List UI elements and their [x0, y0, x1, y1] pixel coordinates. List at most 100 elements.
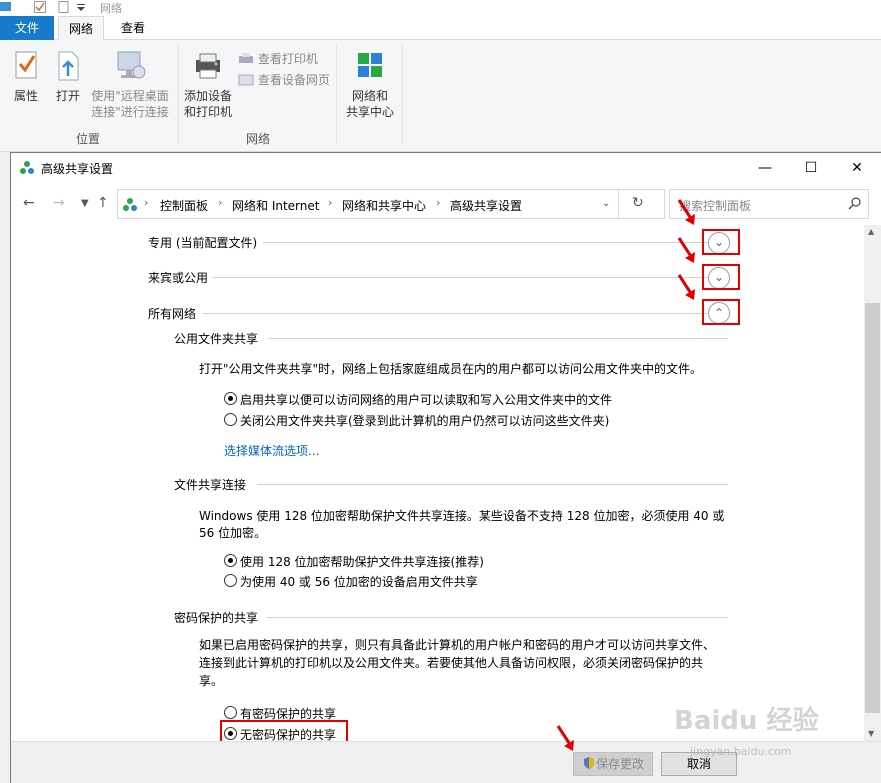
media-streaming-link[interactable]: 选择媒体流选项... — [224, 442, 319, 459]
doc-icon[interactable] — [58, 1, 70, 13]
add-device-button[interactable]: 添加设备 和打印机 — [182, 50, 234, 120]
scroll-up-icon[interactable]: ▲ — [868, 227, 874, 236]
ribbon-tabs: 文件 网络 查看 — [0, 16, 881, 41]
address-dropdown-icon[interactable]: ⌄ — [602, 198, 610, 209]
breadcrumb-control-panel[interactable]: 控制面板 — [160, 197, 208, 214]
properties-label: 属性 — [13, 89, 38, 103]
highlight-box — [702, 264, 740, 290]
remote-desktop-button[interactable]: 使用"远程桌面 连接"进行连接 — [88, 50, 172, 120]
printer-icon — [196, 53, 220, 79]
file-sharing-desc-2: 56 位加密。 — [199, 526, 267, 540]
group-location: 位置 — [75, 132, 100, 146]
public-folder-on-label[interactable]: 启用共享以便可以访问网络的用户可以读取和写入公用文件夹中的文件 — [240, 391, 612, 408]
refresh-icon[interactable]: ↻ — [632, 195, 644, 211]
annotation-arrow — [677, 274, 695, 300]
password-on-radio[interactable] — [224, 706, 237, 719]
remote-desktop-label-1: 使用"远程桌面 — [91, 89, 169, 103]
profile-all-networks[interactable]: 所有网络 — [148, 305, 196, 322]
view-device-page-button[interactable]: 查看设备网页 — [238, 71, 330, 88]
group-network: 网络 — [245, 132, 270, 146]
scroll-down-icon[interactable]: ▼ — [868, 729, 874, 738]
breadcrumb-network-center[interactable]: 网络和共享中心 — [342, 197, 426, 214]
ribbon: 属性 打开 使用"远程桌面 连接"进行连接 位置 添加设备 和打印机 查看打印机… — [0, 40, 881, 152]
ribbon-separator — [336, 44, 337, 144]
public-folder-heading: 公用文件夹共享 — [174, 332, 259, 346]
divider — [269, 338, 728, 339]
breadcrumb-advanced-sharing[interactable]: 高级共享设置 — [450, 197, 522, 214]
explorer-icon — [0, 1, 12, 12]
save-changes-label: 保存更改 — [595, 757, 644, 771]
password-desc-1: 如果已启用密码保护的共享，则只有具备此计算机的用户帐户和密码的用户才可以访问共享… — [199, 638, 716, 652]
search-icon[interactable] — [848, 196, 862, 213]
properties-icon — [15, 51, 37, 79]
properties-button[interactable]: 属性 — [6, 50, 46, 104]
watermark-brand: Baidu 经验 — [674, 706, 819, 736]
ribbon-separator — [402, 44, 403, 144]
up-arrow-icon[interactable]: ↑ — [97, 195, 109, 211]
navigation-bar: ← → ▼ ↑ › 控制面板 › 网络和 Internet › 网络和共享中心 … — [11, 187, 881, 221]
public-folder-off-label[interactable]: 关闭公用文件夹共享(登录到此计算机的用户仍然可以访问这些文件夹) — [240, 412, 609, 429]
encryption-40-label[interactable]: 为使用 40 或 56 位加密的设备启用文件共享 — [240, 573, 478, 590]
password-heading: 密码保护的共享 — [174, 611, 259, 625]
public-folder-on-radio[interactable] — [224, 392, 237, 405]
open-label: 打开 — [55, 89, 80, 103]
close-button[interactable]: ✕ — [834, 153, 880, 183]
network-app-icon — [19, 160, 35, 179]
password-desc-2: 连接到此计算机的打印机以及公用文件夹。若要使其他人具备访问权限，必须关闭密码保护… — [199, 656, 704, 670]
vertical-scrollbar[interactable]: ▲ ▼ — [864, 225, 881, 741]
open-button[interactable]: 打开 — [50, 50, 86, 104]
tab-view[interactable]: 查看 — [110, 16, 156, 40]
maximize-button[interactable]: ☐ — [788, 153, 834, 183]
divider — [263, 242, 708, 243]
network-center-button[interactable]: 网络和 共享中心 — [342, 50, 398, 120]
divider — [203, 313, 708, 314]
encryption-128-radio[interactable] — [224, 554, 237, 567]
watermark-url: jingyan.baidu.com — [690, 745, 792, 758]
add-device-label-1: 添加设备 — [183, 89, 232, 103]
add-device-label-2: 和打印机 — [183, 105, 232, 119]
tab-file[interactable]: 文件 — [0, 16, 54, 40]
breadcrumb-separator: › — [218, 196, 223, 209]
breadcrumb-separator: › — [328, 196, 333, 209]
remote-desktop-label-2: 连接"进行连接 — [91, 105, 169, 119]
divider — [213, 277, 708, 278]
encryption-40-radio[interactable] — [224, 574, 237, 587]
save-changes-button[interactable]: 保存更改 — [573, 752, 653, 776]
file-sharing-heading: 文件共享连接 — [174, 478, 247, 492]
breadcrumb-network-internet[interactable]: 网络和 Internet — [232, 197, 319, 214]
dropdown-icon[interactable] — [76, 1, 88, 12]
view-device-page-icon — [238, 74, 254, 86]
breadcrumb-separator: › — [436, 196, 441, 209]
view-printers-button[interactable]: 查看打印机 — [238, 50, 318, 67]
advanced-sharing-window: 高级共享设置 — ☐ ✕ ← → ▼ ↑ › 控制面板 › 网络和 Intern… — [10, 152, 881, 783]
checkbox-icon[interactable] — [34, 1, 46, 13]
breadcrumb-separator: › — [144, 196, 149, 209]
minimize-button[interactable]: — — [742, 153, 788, 183]
title-bar: 高级共享设置 — ☐ ✕ — [11, 153, 881, 183]
scroll-thumb[interactable] — [865, 303, 880, 713]
tab-network[interactable]: 网络 — [58, 16, 104, 41]
profile-private[interactable]: 专用 (当前配置文件) — [148, 234, 257, 251]
history-chevron-icon[interactable]: ▼ — [81, 198, 89, 209]
public-folder-off-radio[interactable] — [224, 413, 237, 426]
view-printers-icon — [239, 53, 253, 63]
qat-title: 网络 — [100, 2, 122, 15]
address-bar[interactable]: › 控制面板 › 网络和 Internet › 网络和共享中心 › 高级共享设置… — [117, 189, 665, 219]
forward-arrow-icon[interactable]: → — [53, 195, 65, 211]
divider — [257, 484, 728, 485]
network-center-label-1: 网络和 — [351, 89, 388, 103]
password-desc-3: 享。 — [199, 674, 224, 688]
network-center-icon — [358, 53, 382, 77]
public-folder-desc: 打开"公用文件夹共享"时，网络上包括家庭组成员在内的用户都可以访问公用文件夹中的… — [199, 362, 703, 376]
highlight-box — [220, 720, 348, 741]
encryption-128-label[interactable]: 使用 128 位加密帮助保护文件共享连接(推荐) — [240, 553, 484, 570]
view-device-page-label: 查看设备网页 — [257, 73, 330, 87]
open-icon — [58, 51, 79, 81]
file-sharing-desc-1: Windows 使用 128 位加密帮助保护文件共享连接。某些设备不支持 128… — [199, 509, 725, 523]
shield-icon — [583, 757, 594, 769]
back-arrow-icon[interactable]: ← — [23, 195, 35, 211]
annotation-arrow — [677, 237, 695, 263]
window-title: 高级共享设置 — [41, 162, 114, 176]
annotation-arrow — [677, 199, 695, 225]
profile-guest[interactable]: 来宾或公用 — [148, 269, 208, 286]
